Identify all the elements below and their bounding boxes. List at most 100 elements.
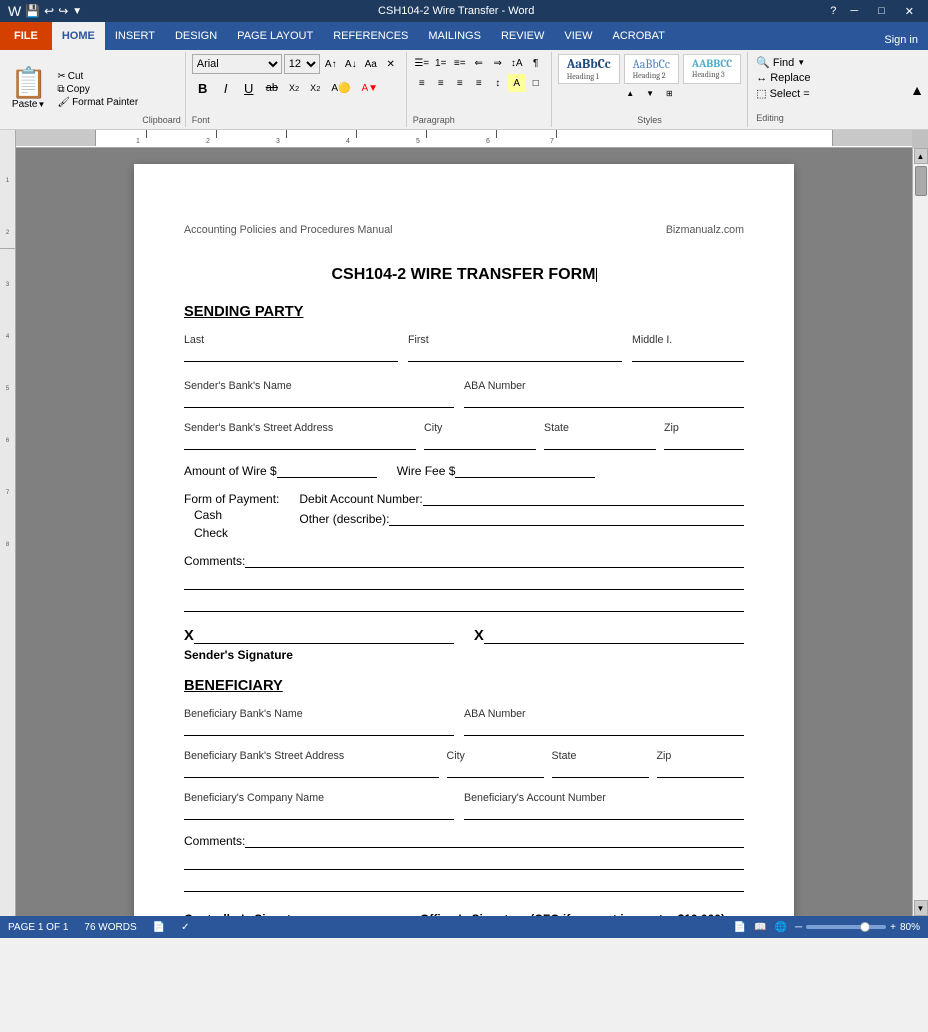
address-row: Sender's Bank's Street Address City Stat… [184, 422, 744, 450]
paste-icon: 📋 [10, 69, 47, 99]
subscript-button[interactable]: X2 [284, 80, 304, 96]
amount-label: Amount of Wire $ [184, 464, 277, 478]
find-button[interactable]: 🔍 Find ▼ [756, 56, 810, 69]
quick-access-undo[interactable]: ↩ [44, 4, 54, 18]
find-icon: 🔍 [756, 56, 770, 69]
sig-x-right: X [474, 628, 744, 644]
replace-button[interactable]: ↔ Replace [756, 72, 810, 84]
font-color-button[interactable]: A▼ [356, 80, 383, 97]
tab-home[interactable]: HOME [52, 22, 105, 50]
sig-line-right [484, 630, 744, 644]
font-group-label: Font [192, 115, 400, 125]
last-line [184, 348, 398, 362]
bene-account-field: Beneficiary's Account Number [464, 792, 744, 820]
bene-zip-field: Zip [657, 750, 745, 778]
justify-button[interactable]: ≡ [470, 74, 488, 92]
quick-access-dropdown[interactable]: ▼ [72, 6, 82, 17]
zoom-thumb[interactable] [860, 922, 870, 932]
font-grow-button[interactable]: A↑ [322, 55, 340, 73]
minimize-button[interactable]: ─ [844, 5, 864, 17]
change-case-button[interactable]: Aa [362, 55, 380, 73]
cut-button[interactable]: ✂ Cut [57, 71, 138, 82]
ribbon-collapse-button[interactable]: ▲ [906, 52, 928, 127]
vertical-scrollbar[interactable]: ▲ ▼ [912, 148, 928, 916]
underline-button[interactable]: U [238, 78, 260, 98]
scroll-up-button[interactable]: ▲ [914, 148, 928, 164]
line-spacing-button[interactable]: ↕ [489, 74, 507, 92]
tab-review[interactable]: REVIEW [491, 22, 554, 50]
text-highlight-button[interactable]: A🟡 [326, 80, 355, 97]
copy-button[interactable]: ⧉ Copy [57, 84, 138, 95]
align-center-button[interactable]: ≡ [432, 74, 450, 92]
bold-button[interactable]: B [192, 78, 214, 98]
style-heading1[interactable]: AaBbCc Heading 2 [624, 54, 679, 84]
document-scroll-area[interactable]: Accounting Policies and Procedures Manua… [16, 148, 912, 916]
tab-insert[interactable]: INSERT [105, 22, 165, 50]
tab-design[interactable]: DESIGN [165, 22, 227, 50]
font-size-select[interactable]: 12 [284, 54, 320, 74]
increase-indent-button[interactable]: ⇒ [489, 54, 507, 72]
bene-company-field: Beneficiary's Company Name [184, 792, 464, 820]
font-name-select[interactable]: Arial [192, 54, 282, 74]
styles-scroll-up[interactable]: ▲ [621, 86, 639, 101]
scroll-down-button[interactable]: ▼ [914, 900, 928, 916]
style-heading2[interactable]: AABBCC Heading 3 [683, 54, 741, 84]
sort-button[interactable]: ↕A [508, 54, 526, 72]
numbering-button[interactable]: 1= [432, 54, 450, 72]
decrease-indent-button[interactable]: ⇐ [470, 54, 488, 72]
clear-format-button[interactable]: ✕ [382, 55, 400, 73]
wire-fee-line [455, 464, 595, 478]
superscript-button[interactable]: X2 [305, 80, 325, 96]
quick-access-redo[interactable]: ↪ [58, 4, 68, 18]
bank-name-line [184, 394, 454, 408]
shading-button[interactable]: A [508, 74, 526, 92]
zoom-control[interactable]: ─ + 80% [795, 922, 920, 933]
show-marks-button[interactable]: ¶ [527, 54, 545, 72]
quick-access-save[interactable]: 💾 [25, 4, 40, 18]
zoom-slider[interactable] [806, 925, 886, 929]
zoom-in-button[interactable]: + [890, 922, 896, 933]
view-web-icon[interactable]: 🌐 [775, 922, 787, 933]
bene-company-label: Beneficiary's Company Name [184, 792, 464, 804]
strikethrough-button[interactable]: ab [261, 79, 283, 97]
zoom-out-button[interactable]: ─ [795, 922, 802, 933]
tab-file[interactable]: FILE [0, 22, 52, 50]
select-button[interactable]: ⬚ Select = [756, 87, 810, 100]
border-button[interactable]: □ [527, 74, 545, 92]
italic-button[interactable]: I [215, 78, 237, 98]
scroll-thumb[interactable] [915, 166, 927, 196]
style-normal[interactable]: AaBbCc Heading 1 [558, 54, 620, 84]
font-shrink-button[interactable]: A↓ [342, 55, 360, 73]
view-reading-icon[interactable]: 📖 [754, 922, 766, 933]
sig-right: X [474, 628, 744, 644]
bene-comment-row1: Comments: [184, 834, 744, 848]
tab-mailings[interactable]: MAILINGS [418, 22, 491, 50]
tab-references[interactable]: REFERENCES [323, 22, 418, 50]
sig-x-marker-right: X [474, 628, 484, 644]
close-button[interactable]: ✕ [899, 5, 920, 18]
name-row: Last First Middle I. [184, 334, 744, 362]
bene-state-line [552, 764, 649, 778]
tab-page-layout[interactable]: PAGE LAYOUT [227, 22, 323, 50]
paste-button[interactable]: 📋 Paste▼ [4, 54, 53, 125]
tab-acrobat[interactable]: ACROBAT [602, 22, 674, 50]
styles-expand[interactable]: ⊞ [661, 86, 678, 101]
tab-view[interactable]: VIEW [554, 22, 602, 50]
doc-info-icon[interactable]: 📄 [153, 922, 165, 933]
help-button[interactable]: ? [830, 5, 836, 17]
view-normal-icon[interactable]: 📄 [734, 922, 746, 933]
font-format-row: B I U ab X2 X2 A🟡 A▼ [192, 78, 400, 98]
styles-scroll-down[interactable]: ▼ [641, 86, 659, 101]
title-bar-title: CSH104-2 Wire Transfer - Word [82, 5, 830, 17]
align-left-button[interactable]: ≡ [413, 74, 431, 92]
track-changes-icon[interactable]: ✓ [181, 922, 189, 933]
maximize-button[interactable]: □ [872, 5, 891, 17]
align-right-button[interactable]: ≡ [451, 74, 469, 92]
sign-in-link[interactable]: Sign in [874, 30, 928, 50]
format-painter-button[interactable]: 🖌 Format Painter [57, 97, 138, 108]
bullets-button[interactable]: ☰= [413, 54, 431, 72]
city-label: City [424, 422, 544, 434]
doc-title: CSH104-2 WIRE TRANSFER FORM [184, 266, 744, 284]
payment-choices: Cash Check [184, 508, 279, 540]
multilevel-button[interactable]: ≡= [451, 54, 469, 72]
